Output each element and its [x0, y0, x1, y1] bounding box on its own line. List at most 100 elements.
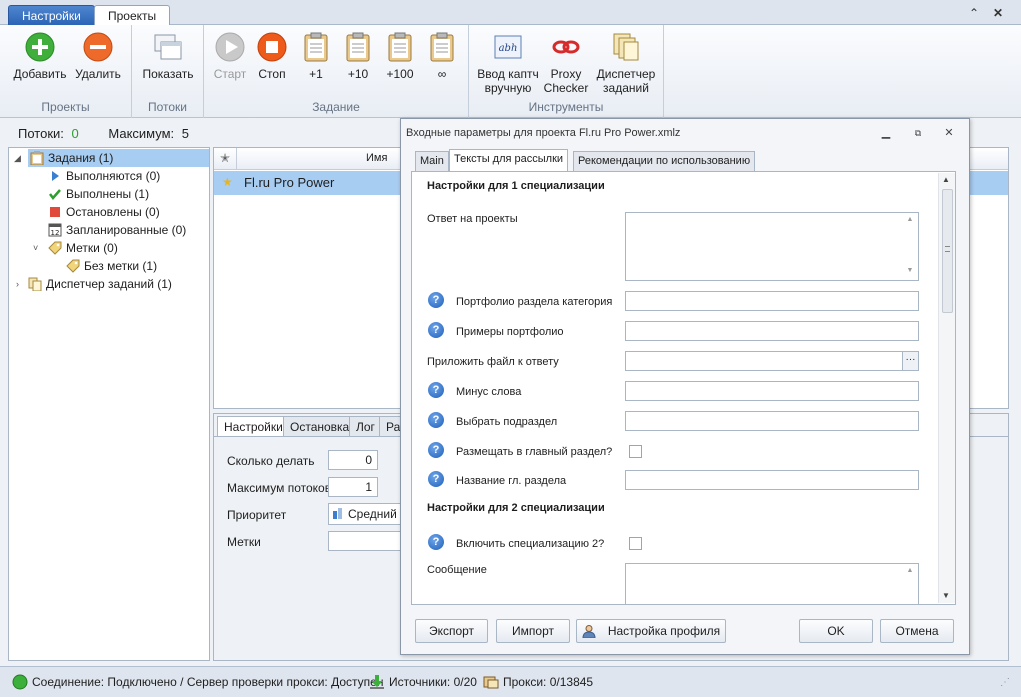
favorite-column-icon[interactable]: ✭: [220, 151, 230, 165]
group-label-task: Задание: [312, 100, 360, 114]
reply-textarea[interactable]: ▲ ▼: [625, 212, 919, 281]
clipboard-icon: [346, 32, 370, 62]
scroll-down-icon[interactable]: ▼: [903, 267, 917, 274]
message-label: Сообщение: [427, 564, 487, 576]
scroll-down-icon[interactable]: ▼: [942, 591, 950, 600]
add-button[interactable]: Добавить: [8, 31, 72, 81]
tab-recommendations[interactable]: Рекомендации по использованию: [573, 151, 756, 171]
ribbon: Добавить Удалить Проекты Показать Потоки…: [0, 25, 1021, 118]
tab-projects[interactable]: Проекты: [94, 5, 171, 27]
minus-words-label: Минус слова: [456, 386, 522, 398]
threads-label: Потоки:: [18, 126, 64, 141]
play-icon: [215, 32, 245, 62]
main-section-name-input[interactable]: [625, 470, 919, 490]
help-icon[interactable]: ?: [428, 412, 444, 428]
tree-item-dispatcher[interactable]: Диспетчер заданий (1): [28, 275, 172, 293]
plus10-button[interactable]: +10: [338, 31, 378, 81]
tab-log[interactable]: Лог: [349, 416, 382, 437]
max-label: Максимум:: [108, 126, 175, 141]
browse-button[interactable]: ···: [902, 352, 918, 370]
tab-stop[interactable]: Остановка: [283, 416, 357, 437]
tags-input[interactable]: [328, 531, 408, 551]
max-threads-input[interactable]: 1: [328, 477, 378, 497]
threads-value: 0: [71, 126, 79, 141]
export-button[interactable]: Экспорт: [415, 619, 488, 643]
help-icon[interactable]: ?: [428, 292, 444, 308]
collapse-arrow-icon[interactable]: ˅: [33, 243, 38, 253]
scrollbar-thumb[interactable]: [942, 189, 953, 313]
task-dispatcher-button[interactable]: Диспетчер заданий: [593, 31, 659, 95]
dialog-close-icon[interactable]: ✕: [942, 127, 956, 139]
clipboard-icon: [388, 32, 412, 62]
checkmark-icon: [49, 189, 61, 200]
restore-icon[interactable]: ⧉: [911, 127, 925, 139]
place-main-label: Размещать в главный раздел?: [456, 446, 613, 458]
tree-item-stopped[interactable]: Остановлены (0): [48, 203, 160, 221]
profile-settings-button[interactable]: Настройка профиля: [576, 619, 726, 643]
collapse-arrow-icon[interactable]: ◢: [14, 153, 21, 164]
tab-main[interactable]: Main: [415, 151, 449, 171]
import-button[interactable]: Импорт: [496, 619, 570, 643]
tree-item-running[interactable]: Выполняются (0): [48, 167, 160, 185]
group-label-streams: Потоки: [147, 100, 188, 114]
close-icon[interactable]: ✕: [990, 5, 1006, 21]
collapse-ribbon-icon[interactable]: ⌃: [966, 5, 982, 21]
calendar-icon: 12: [48, 223, 62, 237]
status-green-icon: [12, 674, 28, 690]
plus100-button[interactable]: +100: [380, 31, 420, 81]
star-icon[interactable]: ★: [222, 175, 233, 189]
tree-item-no-tags[interactable]: Без метки (1): [66, 257, 157, 275]
captcha-input-button[interactable]: abh Ввод каптч вручную: [475, 31, 541, 95]
priority-icon: [338, 508, 342, 519]
attach-file-input[interactable]: ···: [625, 351, 919, 371]
help-icon[interactable]: ?: [428, 322, 444, 338]
scroll-up-icon[interactable]: ▲: [903, 567, 917, 574]
ok-button[interactable]: OK: [799, 619, 873, 643]
enable-spec2-checkbox[interactable]: [629, 537, 642, 550]
proxy-server-icon: [483, 674, 499, 690]
enable-spec2-label: Включить специализацию 2?: [456, 538, 605, 550]
help-icon[interactable]: ?: [428, 382, 444, 398]
infinity-button[interactable]: ∞: [422, 31, 462, 81]
tab-settings[interactable]: Настройки: [8, 5, 95, 26]
tree-item-scheduled[interactable]: 12 Запланированные (0): [48, 221, 186, 239]
proxy-checker-button[interactable]: Proxy Checker: [541, 31, 591, 95]
tab-mailing-texts[interactable]: Тексты для рассылки: [449, 149, 569, 172]
cancel-button[interactable]: Отмена: [880, 619, 954, 643]
priority-label: Приоритет: [227, 508, 287, 522]
how-many-label: Сколько делать: [227, 454, 315, 468]
place-main-checkbox[interactable]: [629, 445, 642, 458]
help-icon[interactable]: ?: [428, 442, 444, 458]
tree-item-tasks[interactable]: Задания (1): [28, 149, 209, 167]
minimize-icon[interactable]: ▁: [879, 127, 893, 139]
tags-label: Метки: [227, 535, 261, 549]
column-name[interactable]: Имя: [366, 152, 387, 164]
plus1-button[interactable]: +1: [296, 31, 336, 81]
portfolio-examples-input[interactable]: [625, 321, 919, 341]
ribbon-group-streams: Показать Потоки: [132, 25, 204, 118]
show-button[interactable]: Показать: [136, 31, 200, 81]
message-textarea[interactable]: ▲: [625, 563, 919, 604]
expand-arrow-icon[interactable]: ›: [16, 279, 19, 289]
choose-subsection-input[interactable]: [625, 411, 919, 431]
play-icon: [52, 171, 59, 181]
how-many-input[interactable]: 0: [328, 450, 378, 470]
clipboard-icon: [430, 32, 454, 62]
portfolio-category-input[interactable]: [625, 291, 919, 311]
scroll-up-icon[interactable]: ▲: [942, 175, 950, 184]
resize-grip-icon[interactable]: ⋰: [1000, 677, 1010, 688]
start-button[interactable]: Старт: [210, 31, 250, 81]
dialog-scrollbar[interactable]: ▲ ▼: [938, 173, 955, 603]
ribbon-group-tools: abh Ввод каптч вручную Proxy Checker Дис…: [469, 25, 664, 118]
tree-item-done[interactable]: Выполнены (1): [48, 185, 149, 203]
priority-select[interactable]: Средний: [328, 503, 408, 525]
delete-button[interactable]: Удалить: [70, 31, 126, 81]
minus-words-input[interactable]: [625, 381, 919, 401]
help-icon[interactable]: ?: [428, 534, 444, 550]
tab-settings-bottom[interactable]: Настройки: [217, 416, 290, 437]
stop-button[interactable]: Стоп: [252, 31, 292, 81]
windows-icon: [154, 34, 182, 60]
tree-item-tags[interactable]: Метки (0): [48, 239, 118, 257]
help-icon[interactable]: ?: [428, 471, 444, 487]
scroll-up-icon[interactable]: ▲: [903, 216, 917, 223]
